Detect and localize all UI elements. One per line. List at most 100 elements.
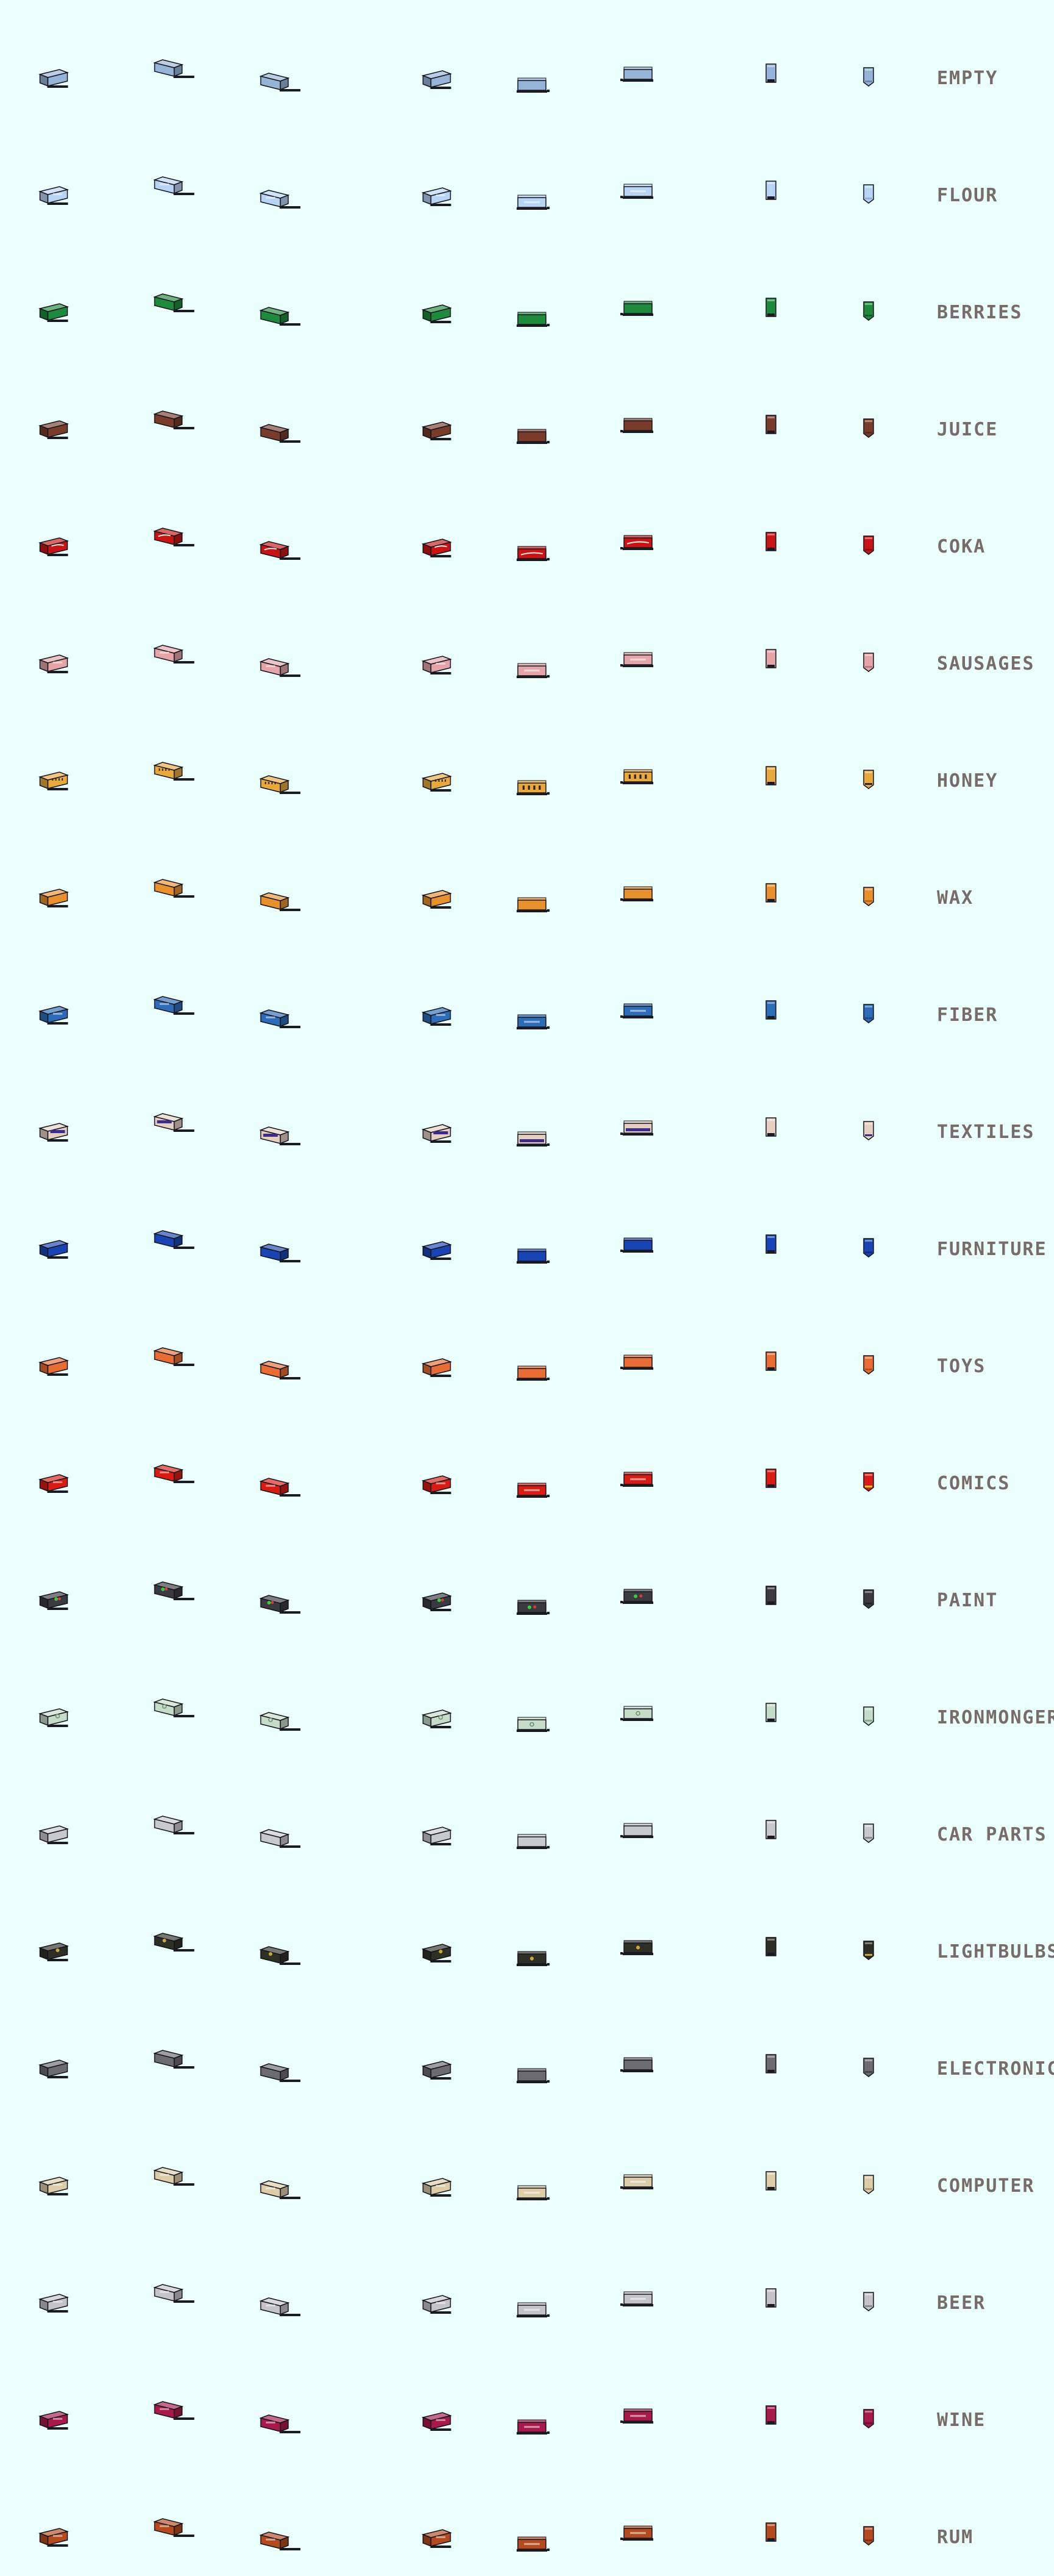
wagon-roof [865,2528,872,2530]
wagon-body [623,1357,653,1368]
cargo-decal-splash [440,1598,444,1602]
wagon-roof [865,1474,872,1476]
wagon-coupler [620,1367,623,1369]
wagon-roof [767,182,775,184]
wagon-underframe [517,324,547,327]
wagon-underframe [517,2549,547,2552]
wagon-underframe [47,320,68,322]
cargo-decal [265,2304,276,2306]
wagon-underframe [623,548,653,550]
cargo-row-sprites [38,2518,874,2552]
cargo-decal-bulb [529,1956,534,1961]
wagon-underframe [623,2538,653,2541]
cargo-row-sprites [38,1816,874,1849]
cargo-decal-splash [639,1594,643,1598]
wagon-sprite-s [863,1706,874,1726]
wagon-sprite-se [153,2167,195,2186]
cargo-decal-stripe [265,782,267,784]
wagon-sprite-s [863,653,874,672]
wagon-coupler [620,664,623,667]
wagon-roof [865,2294,872,2295]
cargo-row-sprites [38,410,874,444]
wagon-buffer [767,1836,775,1839]
cargo-decal [436,1482,446,1484]
cargo-label: IRONMONGERY [937,1707,1054,1728]
wagon-sprite-s [863,2175,874,2194]
cargo-decal [524,2425,540,2428]
wagon-sprite-sw [259,2180,301,2199]
wagon-body [517,2070,547,2081]
wagon-sprite-n [765,2522,776,2542]
wagon-sprite-e [517,195,550,210]
wagon-sprite-e [517,77,550,93]
wagon-underframe [173,2183,195,2186]
cargo-label: WAX [937,887,974,909]
wagon-end-band [865,315,872,317]
cargo-decal-splash [533,1605,537,1609]
cargo-row: TEXTILES [0,1054,1054,1171]
wagon-sprite-n [765,1117,776,1137]
wagon-sprite-ne [38,1123,69,1142]
cargo-decal-stripe [274,782,276,784]
wagon-underframe [430,2311,451,2314]
wagon-sprite-se [153,645,195,664]
wagon-sprite-w [620,2174,653,2189]
wagon-roof [767,2056,775,2058]
cargo-decal-stripe [445,779,446,782]
cargo-label: BERRIES [937,302,1023,323]
wagon-sprite-se [153,2284,195,2303]
wagon-underframe [623,1601,653,1604]
wagon-underframe [279,2548,301,2550]
cargo-decal [52,2300,63,2303]
wagon-sprite-sw [259,658,301,677]
wagon-coupler [620,79,623,81]
wagon-sprite-s [863,67,874,87]
wagon-sprite-nw-raised [421,890,452,909]
cargo-decal-stripe [157,1120,172,1123]
cargo-decal-bulb [56,1948,60,1952]
wagon-sprite-nw-raised [421,1592,452,1611]
wagon-buffer [767,2421,775,2424]
wagon-underframe [430,204,451,206]
wagon-coupler [547,2197,550,2200]
wagon-underframe [517,442,547,444]
cargo-decal [52,2535,63,2537]
wagon-sprite-e [517,1483,550,1498]
wagon-coupler [547,1495,550,1497]
wagon-end-band [865,900,872,902]
wagon-roof [865,1006,872,1007]
wagon-sprite-s [863,770,874,789]
wagon-sprite-nw-raised [421,1358,452,1377]
wagon-end-band [865,2539,872,2541]
wagon-sprite-sw [259,190,301,209]
wagon-buffer [767,313,775,317]
cargo-decal [630,2297,646,2300]
wagon-underframe [279,89,301,91]
wagon-buffer [767,2304,775,2307]
cargo-decal [265,2421,276,2424]
wagon-underframe [430,1375,451,1377]
cargo-row: LIGHTBULBS [0,1873,1054,1991]
wagon-sprite-s [863,887,874,906]
wagon-sprite-e [517,780,550,795]
cargo-decal-stripe [533,785,536,790]
wagon-sprite-ne [38,771,69,790]
wagon-sprite-ne [38,1942,69,1961]
cargo-decal-bulb [439,1950,443,1953]
cargo-row-sprites [38,2401,874,2435]
wagon-underframe [430,2194,451,2197]
wagon-roof [865,2411,872,2413]
wagon-roof [865,2059,872,2061]
wagon-buffer [767,1719,775,1722]
wagon-body [623,69,653,80]
wagon-underframe [517,676,547,678]
wagon-underframe [279,440,301,443]
cargo-decal [436,2536,446,2538]
wagon-underframe [47,1608,68,1610]
wagon-sprite-sw [259,1478,301,1497]
wagon-underframe [623,1719,653,1721]
wagon-roof [767,1002,775,1004]
cargo-decal-splash [528,1605,531,1609]
wagon-end-band [865,1486,872,1487]
wagon-underframe [47,1725,68,1727]
